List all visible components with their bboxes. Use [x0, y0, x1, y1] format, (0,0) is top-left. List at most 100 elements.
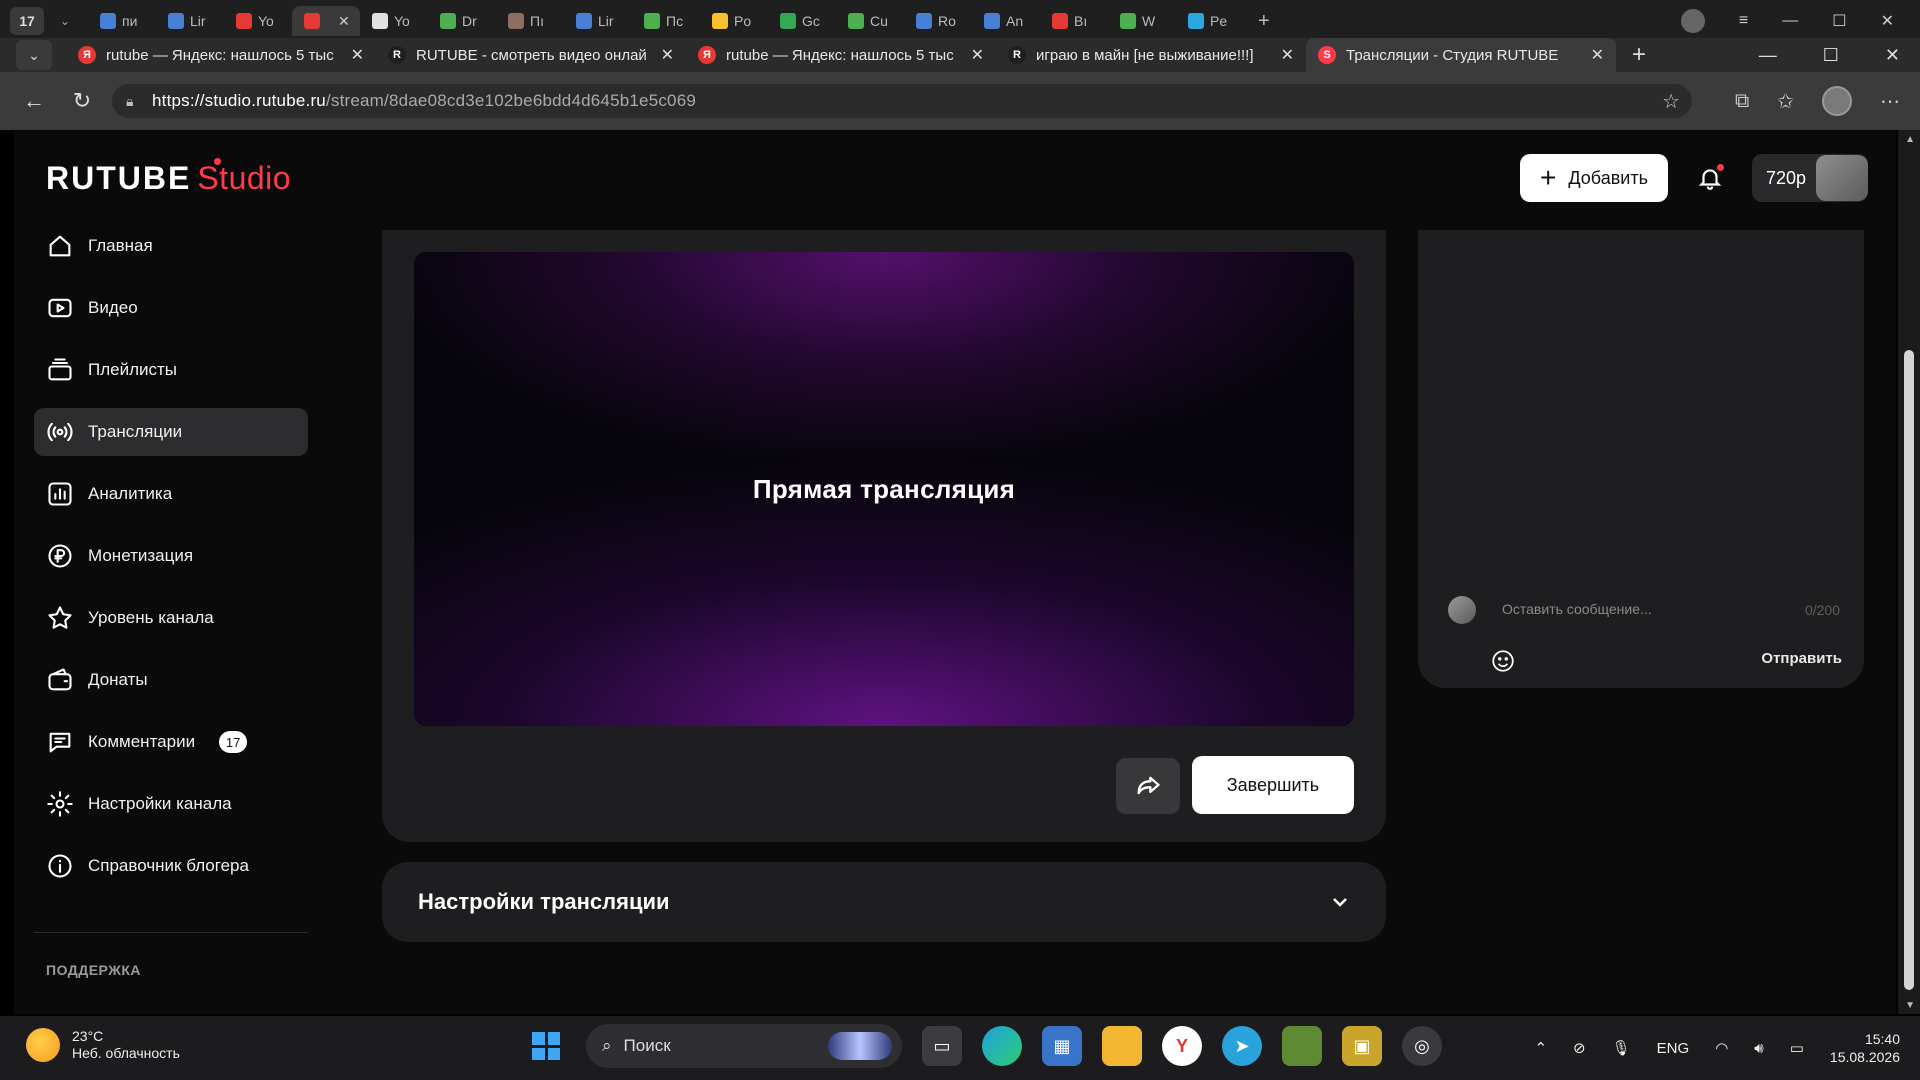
close-icon[interactable]: ✕: [338, 13, 350, 30]
minecraft-icon[interactable]: [1282, 1026, 1322, 1066]
pinned-tab[interactable]: Gc: [768, 6, 836, 36]
sidebar-item-home[interactable]: Главная: [34, 222, 308, 270]
weather-widget[interactable]: 23°C Неб. облачность: [26, 1028, 180, 1062]
close-tab-icon[interactable]: ✕: [351, 45, 364, 65]
new-tab-button[interactable]: +: [1632, 41, 1646, 69]
pinned-tab[interactable]: Ro: [904, 6, 972, 36]
back-icon[interactable]: ←: [14, 88, 54, 114]
close-tab-icon[interactable]: ✕: [1591, 45, 1604, 65]
search-icon: [168, 13, 184, 29]
share-button[interactable]: [1116, 758, 1180, 814]
chevron-down-icon[interactable]: [1328, 890, 1352, 914]
tab-list-chevron-icon[interactable]: ⌄: [16, 40, 52, 70]
pinned-tab[interactable]: An: [972, 6, 1040, 36]
pinned-tab[interactable]: Dr: [428, 6, 496, 36]
minimize-icon[interactable]: —: [1759, 45, 1777, 66]
pinned-tab[interactable]: W: [1108, 6, 1176, 36]
sidebar-item-playlists[interactable]: Плейлисты: [34, 346, 308, 394]
edge-browser-icon[interactable]: [982, 1026, 1022, 1066]
emoji-button[interactable]: [1488, 646, 1518, 676]
close-tab-icon[interactable]: ✕: [661, 45, 674, 65]
pinned-tab[interactable]: Bı: [1040, 6, 1108, 36]
task-view-icon[interactable]: ▭: [922, 1026, 962, 1066]
browser-tab[interactable]: R RUTUBE - смотреть видео онлай ✕: [376, 38, 686, 72]
sidebar-item-analytics[interactable]: Аналитика: [34, 470, 308, 518]
recorder-icon[interactable]: ◎: [1402, 1026, 1442, 1066]
close-icon[interactable]: ✕: [1885, 45, 1900, 66]
youtube-icon: [1052, 13, 1068, 29]
sidebar-item-channel-level[interactable]: Уровень канала: [34, 594, 308, 642]
language-indicator[interactable]: ENG: [1657, 1040, 1690, 1057]
sidebar-item-video[interactable]: Видео: [34, 284, 308, 332]
sidebar-item-donations[interactable]: Донаты: [34, 656, 308, 704]
sidebar-item-comments[interactable]: Комментарии 17: [34, 718, 308, 766]
reload-icon[interactable]: ↻: [62, 88, 102, 114]
pinned-tab[interactable]: Yo: [224, 6, 292, 36]
pinned-tab[interactable]: Lir: [156, 6, 224, 36]
pinned-tab[interactable]: Pe: [1176, 6, 1244, 36]
browser-tab[interactable]: Яrutube — Яндекс: нашлось 5 тыс ✕: [686, 38, 996, 72]
file-explorer-icon[interactable]: [1102, 1026, 1142, 1066]
chevron-down-icon[interactable]: ⌄: [50, 14, 80, 28]
pinned-tab[interactable]: ✕: [292, 6, 360, 36]
extensions-icon[interactable]: ⧉: [1735, 90, 1749, 113]
more-icon[interactable]: ⋯: [1880, 89, 1900, 114]
channel-avatar[interactable]: [1816, 155, 1868, 201]
profile-icon[interactable]: [1680, 9, 1705, 33]
start-button[interactable]: [526, 1026, 566, 1066]
finish-stream-button[interactable]: Завершить: [1192, 756, 1354, 814]
url-field[interactable]: 🔒︎ https://studio.rutube.ru/stream/8dae0…: [112, 84, 1692, 118]
chat-message-input[interactable]: [1490, 586, 1848, 632]
minimize-icon[interactable]: —: [1782, 12, 1798, 30]
menu-icon[interactable]: ≡: [1739, 12, 1748, 30]
account-chip[interactable]: 720p: [1751, 154, 1868, 202]
volume-icon[interactable]: 🔊︎: [1754, 1040, 1763, 1057]
close-tab-icon[interactable]: ✕: [1281, 45, 1294, 65]
sidebar-item-monetization[interactable]: Монетизация: [34, 532, 308, 580]
add-button[interactable]: + Добавить: [1520, 154, 1668, 202]
browser-tab[interactable]: Rиграю в майн [не выживание!!!] ✕: [996, 38, 1306, 72]
lock-icon[interactable]: 🔒︎: [126, 93, 152, 110]
clock[interactable]: 15:40 15.08.2026: [1830, 1030, 1900, 1066]
scrollbar-thumb[interactable]: [1904, 350, 1914, 990]
launcher-icon[interactable]: ▣: [1342, 1026, 1382, 1066]
microphone-icon[interactable]: 🎙︎: [1612, 1039, 1631, 1057]
stream-settings-accordion[interactable]: Настройки трансляции: [382, 862, 1386, 942]
sidebar-item-channel-settings[interactable]: Настройки канала: [34, 780, 308, 828]
browser-tab[interactable]: S Трансляции - Студия RUTUBE ✕: [1306, 38, 1616, 72]
browser-tab[interactable]: Яrutube — Яндекс: нашлось 5 тыс ✕: [66, 38, 376, 72]
pinned-tab[interactable]: пи: [88, 6, 156, 36]
wifi-icon[interactable]: ◠: [1715, 1039, 1728, 1057]
taskbar-search[interactable]: ⌕ Поиск: [586, 1024, 902, 1068]
maximize-icon[interactable]: ☐: [1832, 11, 1846, 31]
new-tab-icon[interactable]: +: [1258, 10, 1270, 33]
notifications-button[interactable]: [1686, 154, 1734, 202]
workspace-counter[interactable]: 17: [10, 7, 44, 35]
pinned-tab[interactable]: Po: [700, 6, 768, 36]
pinned-tab[interactable]: Lir: [564, 6, 632, 36]
pinned-tab[interactable]: Cu: [836, 6, 904, 36]
battery-icon[interactable]: ▭: [1790, 1039, 1804, 1057]
close-icon[interactable]: ✕: [1881, 11, 1894, 31]
store-icon[interactable]: ▦: [1042, 1026, 1082, 1066]
network-off-icon[interactable]: ⊘: [1573, 1039, 1586, 1057]
tray-expand-icon[interactable]: ⌃: [1534, 1039, 1547, 1057]
favorites-icon[interactable]: ✩: [1777, 89, 1794, 114]
rutube-studio-logo[interactable]: RUTUBE Studio: [46, 158, 291, 197]
maximize-icon[interactable]: ☐: [1823, 45, 1839, 66]
scroll-down-icon[interactable]: ▼: [1905, 1000, 1915, 1011]
sidebar-item-streams[interactable]: Трансляции: [34, 408, 308, 456]
sidebar-item-blogger-guide[interactable]: Справочник блогера: [34, 842, 308, 890]
close-tab-icon[interactable]: ✕: [971, 45, 984, 65]
video-player[interactable]: Прямая трансляция: [414, 252, 1354, 726]
yandex-browser-icon[interactable]: Y: [1162, 1026, 1202, 1066]
profile-avatar[interactable]: [1822, 86, 1852, 116]
minecraft-icon: [644, 13, 660, 29]
send-message-button[interactable]: Отправить: [1761, 650, 1842, 667]
telegram-icon[interactable]: ➤: [1222, 1026, 1262, 1066]
scroll-up-icon[interactable]: ▲: [1905, 134, 1915, 145]
bookmark-star-icon[interactable]: ☆: [1662, 89, 1680, 114]
pinned-tab[interactable]: Пс: [632, 6, 700, 36]
pinned-tab[interactable]: Пı: [496, 6, 564, 36]
pinned-tab[interactable]: Yo: [360, 6, 428, 36]
